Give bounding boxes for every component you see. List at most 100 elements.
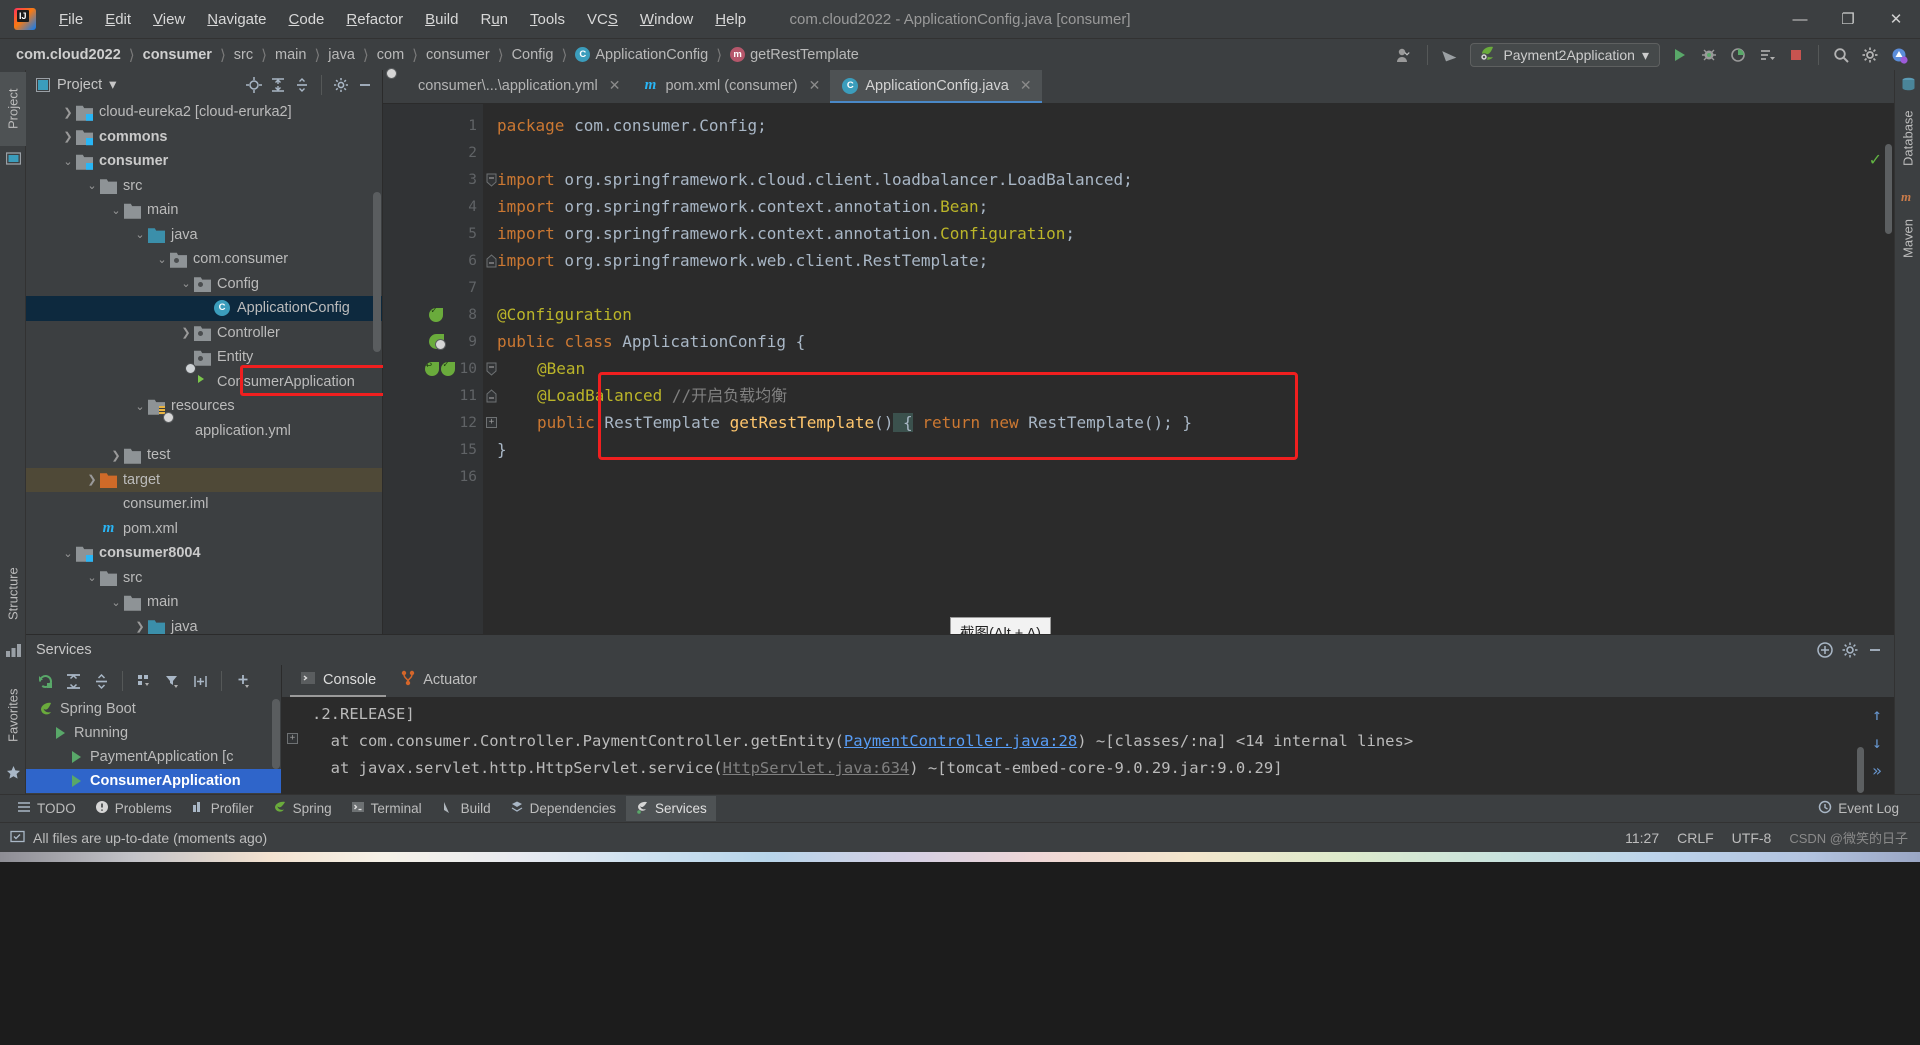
tree-row[interactable]: ⌄ Config — [26, 272, 382, 297]
tab-application-yml[interactable]: consumer\...\application.yml ✕ — [383, 70, 630, 103]
tree-row-selected-application-config[interactable]: C ApplicationConfig — [26, 296, 382, 321]
expand-chevron-icon[interactable]: ❯ — [84, 473, 100, 486]
sidebar-item-favorites[interactable]: Favorites — [0, 670, 26, 760]
tab-application-config-java[interactable]: C ApplicationConfig.java ✕ — [830, 70, 1042, 103]
maximize-button[interactable]: ❐ — [1824, 0, 1872, 38]
collapse-chevron-icon[interactable]: ⌄ — [178, 277, 194, 290]
status-encoding[interactable]: UTF-8 — [1732, 830, 1772, 846]
services-tree-row-running[interactable]: Running — [26, 721, 281, 745]
services-tree-row-consumer-application[interactable]: ConsumerApplication — [26, 769, 281, 793]
toolwindow-build[interactable]: Build — [432, 796, 500, 821]
expand-all-icon[interactable] — [267, 74, 289, 96]
code-editor[interactable]: 1 2 3 4 5 6 7 8 ✓ 9 10 ↩ ✓ 11 12 + 15 16… — [383, 104, 1894, 648]
run-icon[interactable] — [1667, 43, 1693, 67]
tree-row[interactable]: ❯ java — [26, 615, 382, 634]
tree-row[interactable]: ⌄ consumer8004 — [26, 541, 382, 566]
profiler-dropdown-icon[interactable] — [1754, 43, 1780, 67]
tree-row[interactable]: ⌄ src — [26, 566, 382, 591]
collapse-chevron-icon[interactable]: ⌄ — [154, 253, 170, 266]
expand-chevron-icon[interactable]: ❯ — [60, 130, 76, 143]
chevron-down-icon[interactable]: ▾ — [109, 77, 116, 93]
collapse-all-icon[interactable] — [88, 669, 114, 693]
sidebar-item-database[interactable]: Database — [1895, 96, 1920, 180]
breadcrumb-item-class[interactable]: C ApplicationConfig — [573, 46, 710, 64]
tab-pom-xml[interactable]: m pom.xml (consumer) ✕ — [630, 70, 830, 103]
toolwindow-spring[interactable]: Spring — [264, 796, 341, 821]
spring-bean-gutter-icon[interactable] — [429, 305, 443, 322]
expand-chevron-icon[interactable]: ❯ — [60, 106, 76, 119]
close-button[interactable]: ✕ — [1872, 0, 1920, 38]
collapse-chevron-icon[interactable]: ⌄ — [108, 204, 124, 217]
editor-gutter[interactable]: 1 2 3 4 5 6 7 8 ✓ 9 10 ↩ ✓ 11 12 + 15 16 — [383, 104, 497, 634]
add-service-icon[interactable] — [1814, 639, 1836, 661]
toolwindow-todo[interactable]: TODO — [8, 796, 85, 821]
menu-file[interactable]: File — [48, 7, 94, 32]
project-tree-scrollbar[interactable] — [373, 192, 381, 352]
tree-row[interactable]: ⌄ java — [26, 223, 382, 248]
add-icon[interactable] — [230, 669, 256, 693]
expand-all-icon[interactable] — [60, 669, 86, 693]
tree-row[interactable]: ❯ Controller — [26, 321, 382, 346]
soft-wrap-icon[interactable]: » — [1866, 759, 1888, 781]
menu-code[interactable]: Code — [278, 7, 336, 32]
collapse-all-icon[interactable] — [291, 74, 313, 96]
inspection-status-icon[interactable]: ✓ — [1869, 150, 1882, 170]
collapse-chevron-icon[interactable]: ⌄ — [132, 400, 148, 413]
menu-refactor[interactable]: Refactor — [335, 7, 414, 32]
tab-actuator[interactable]: Actuator — [390, 665, 487, 697]
breadcrumb-item-src[interactable]: src — [232, 46, 255, 64]
updates-icon[interactable] — [1886, 43, 1912, 67]
close-icon[interactable]: ✕ — [1020, 77, 1032, 94]
console-stacktrace-link[interactable]: HttpServlet.java:634 — [723, 759, 910, 777]
tree-row[interactable]: m pom.xml — [26, 517, 382, 542]
status-line-separator[interactable]: CRLF — [1677, 830, 1714, 846]
tab-console[interactable]: Console — [290, 665, 387, 697]
rerun-icon[interactable] — [32, 669, 58, 693]
menu-navigate[interactable]: Navigate — [196, 7, 277, 32]
menu-build[interactable]: Build — [414, 7, 469, 32]
menu-edit[interactable]: Edit — [94, 7, 142, 32]
search-icon[interactable] — [1828, 43, 1854, 67]
expand-chevron-icon[interactable]: ❯ — [178, 326, 194, 339]
debug-icon[interactable] — [1696, 43, 1722, 67]
breadcrumb-item-method[interactable]: m getRestTemplate — [728, 46, 861, 64]
console-output[interactable]: .2.RELEASE] at com.consumer.Controller.P… — [282, 697, 1894, 795]
group-icon[interactable] — [131, 669, 157, 693]
toolwindow-terminal[interactable]: Terminal — [342, 796, 431, 821]
minimize-button[interactable]: — — [1776, 0, 1824, 38]
toolwindow-dependencies[interactable]: Dependencies — [501, 796, 625, 821]
toolwindow-event-log[interactable]: Event Log — [1809, 796, 1908, 821]
breadcrumb-item-consumer[interactable]: consumer — [424, 46, 492, 64]
expand-chevron-icon[interactable]: ❯ — [132, 620, 148, 633]
expand-chevron-icon[interactable]: ❯ — [108, 449, 124, 462]
tree-row[interactable]: ConsumerApplication — [26, 370, 382, 395]
collapse-chevron-icon[interactable]: ⌄ — [108, 596, 124, 609]
tree-row[interactable]: ⌄ src — [26, 174, 382, 199]
collapse-chevron-icon[interactable]: ⌄ — [60, 547, 76, 560]
hide-panel-icon[interactable] — [354, 74, 376, 96]
add-tab-icon[interactable] — [187, 669, 213, 693]
gear-icon[interactable] — [1839, 639, 1861, 661]
tree-row-target[interactable]: ❯ target — [26, 467, 382, 492]
coverage-icon[interactable] — [1725, 43, 1751, 67]
breadcrumb-item-config[interactable]: Config — [510, 46, 556, 64]
services-tree-row-spring-boot[interactable]: Spring Boot — [26, 697, 281, 721]
tree-row[interactable]: Entity — [26, 345, 382, 370]
sidebar-item-maven[interactable]: Maven — [1895, 204, 1920, 272]
menu-help[interactable]: Help — [704, 7, 757, 32]
close-icon[interactable]: ✕ — [809, 77, 821, 94]
services-tree-row-payment-application[interactable]: PaymentApplication [c — [26, 745, 281, 769]
close-icon[interactable]: ✕ — [609, 77, 621, 94]
tree-row[interactable]: ❯ commons — [26, 125, 382, 150]
menu-run[interactable]: Run — [469, 7, 519, 32]
tree-row[interactable]: ⌄ main — [26, 198, 382, 223]
stop-icon[interactable] — [1783, 43, 1809, 67]
sidebar-item-structure[interactable]: Structure — [0, 550, 26, 638]
breadcrumb-item-module[interactable]: consumer — [141, 46, 214, 64]
collapse-chevron-icon[interactable]: ⌄ — [60, 155, 76, 168]
scroll-down-icon[interactable]: ↓ — [1866, 731, 1888, 753]
project-panel-title-group[interactable]: Project ▾ — [36, 77, 116, 93]
menu-vcs[interactable]: VCS — [576, 7, 629, 32]
tree-row[interactable]: ❯ cloud-eureka2 [cloud-erurka2] — [26, 100, 382, 125]
gear-icon[interactable] — [1857, 43, 1883, 67]
